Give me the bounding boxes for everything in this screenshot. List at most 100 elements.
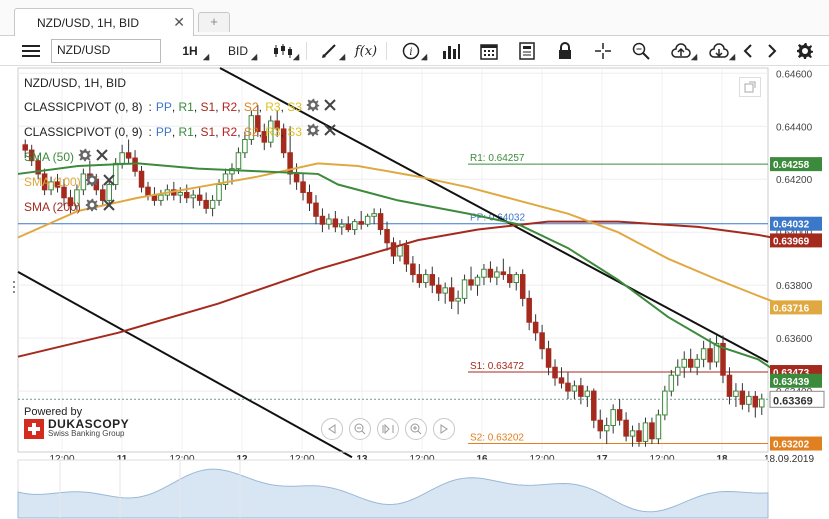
candle-body [746, 395, 752, 405]
candle-body [642, 422, 649, 442]
close-icon[interactable] [102, 199, 115, 214]
pivot-r2: R2 [221, 99, 238, 114]
candle-body [403, 244, 410, 265]
candle-body [326, 218, 332, 225]
pivot-pp: PP [155, 124, 172, 139]
instrument-selector[interactable]: NZD/USD [51, 39, 161, 63]
candle-body [591, 390, 597, 421]
news-icon[interactable] [514, 39, 540, 63]
gear-icon[interactable] [85, 198, 99, 215]
close-icon[interactable] [324, 99, 336, 114]
period-selector[interactable]: 1H [170, 39, 210, 63]
lock-icon[interactable] [552, 39, 578, 63]
side-selector[interactable]: BID [218, 39, 258, 63]
pivot-r3: R3 [265, 124, 281, 139]
candle-body [507, 274, 513, 284]
candle-type-icon[interactable] [266, 39, 300, 63]
pivot-level-label: S1: 0.63472 [470, 361, 524, 372]
candle-body [377, 213, 384, 231]
chevron-left-icon[interactable] [738, 39, 758, 63]
candle-body [442, 287, 448, 294]
toolbar-separator [306, 42, 307, 60]
y-tick-label: 0.64600 [776, 69, 813, 80]
gear-icon[interactable] [794, 39, 816, 63]
indicators-button[interactable]: f(x) [352, 39, 380, 63]
chevron-right-icon[interactable] [762, 39, 782, 63]
candle-body [655, 414, 662, 440]
candle-body [739, 390, 746, 405]
calendar-icon[interactable] [476, 39, 502, 63]
candle-body [636, 430, 642, 442]
close-icon[interactable] [96, 149, 108, 164]
expand-icon[interactable] [739, 77, 761, 97]
candle-body [125, 152, 132, 159]
candle-body [694, 358, 700, 368]
candle-body [183, 191, 190, 199]
sma-100-label: SMA (100) [24, 174, 81, 189]
close-icon[interactable] [324, 124, 336, 139]
swiss-cross-icon [24, 419, 44, 439]
add-tab-button[interactable]: + [198, 12, 230, 32]
menu-icon[interactable] [18, 39, 44, 63]
candle-body [345, 223, 352, 231]
candle-body [565, 382, 571, 392]
pivot-sep: : [148, 124, 152, 139]
pivot-level-label: R1: 0.64257 [470, 153, 525, 164]
side-label: BID [227, 44, 248, 58]
scroll-left-button[interactable] [321, 418, 343, 440]
pivot-s2: S2 [243, 124, 259, 139]
sma-50-legend: SMA (50) [24, 148, 108, 165]
candle-body [332, 218, 339, 228]
info-icon[interactable]: i [394, 39, 428, 63]
candle-body [358, 221, 364, 225]
candle-body [597, 419, 604, 432]
close-icon[interactable]: ✕ [173, 14, 185, 31]
tab-chart[interactable]: NZD/USD, 1H, BID ✕ [14, 8, 194, 36]
upload-icon[interactable] [664, 39, 698, 63]
candle-body [759, 398, 765, 408]
pivot-level-label: S2: 0.63202 [470, 433, 524, 444]
sma-badge-text: 0.63439 [773, 377, 810, 388]
download-icon[interactable] [702, 39, 736, 63]
candle-body [339, 223, 345, 228]
candle-body [584, 390, 591, 397]
candle-body [390, 242, 397, 257]
scroll-right-button[interactable] [433, 418, 455, 440]
candle-body [235, 152, 242, 170]
candle-body [319, 215, 326, 225]
candle-body [196, 194, 203, 201]
pivot-s2: S2 [243, 99, 259, 114]
price-badge-text: 0.64258 [773, 160, 810, 171]
fx-label: f(x) [354, 43, 378, 59]
candle-body [668, 374, 675, 392]
gear-icon[interactable] [306, 98, 320, 115]
candle-body [752, 395, 759, 408]
reset-zoom-button[interactable] [377, 418, 399, 440]
candle-body [526, 297, 532, 323]
candle-body [203, 199, 209, 209]
resize-dot [13, 291, 15, 293]
candle-body [410, 263, 416, 276]
candle-body [558, 377, 565, 384]
draw-tool-icon[interactable] [312, 39, 346, 63]
candle-body [610, 409, 616, 427]
bar-chart-icon[interactable] [438, 39, 464, 63]
gear-icon[interactable] [78, 148, 92, 165]
gear-icon[interactable] [85, 173, 99, 190]
zoom-out-button[interactable] [349, 418, 371, 440]
close-icon[interactable] [102, 174, 115, 189]
candle-body [468, 279, 474, 286]
candle-body [448, 287, 455, 302]
candle-body [726, 374, 733, 397]
candle-body [662, 390, 668, 416]
candle-body [242, 139, 248, 154]
candle-body [119, 152, 125, 164]
pivot-r2: R2 [221, 124, 238, 139]
crosshair-icon[interactable] [590, 39, 616, 63]
zoom-in-button[interactable] [405, 418, 427, 440]
gear-icon[interactable] [306, 123, 320, 140]
navigator[interactable] [17, 459, 769, 519]
pivot-r3: R3 [265, 99, 281, 114]
zoom-icon[interactable] [628, 39, 654, 63]
candle-body [306, 191, 313, 204]
